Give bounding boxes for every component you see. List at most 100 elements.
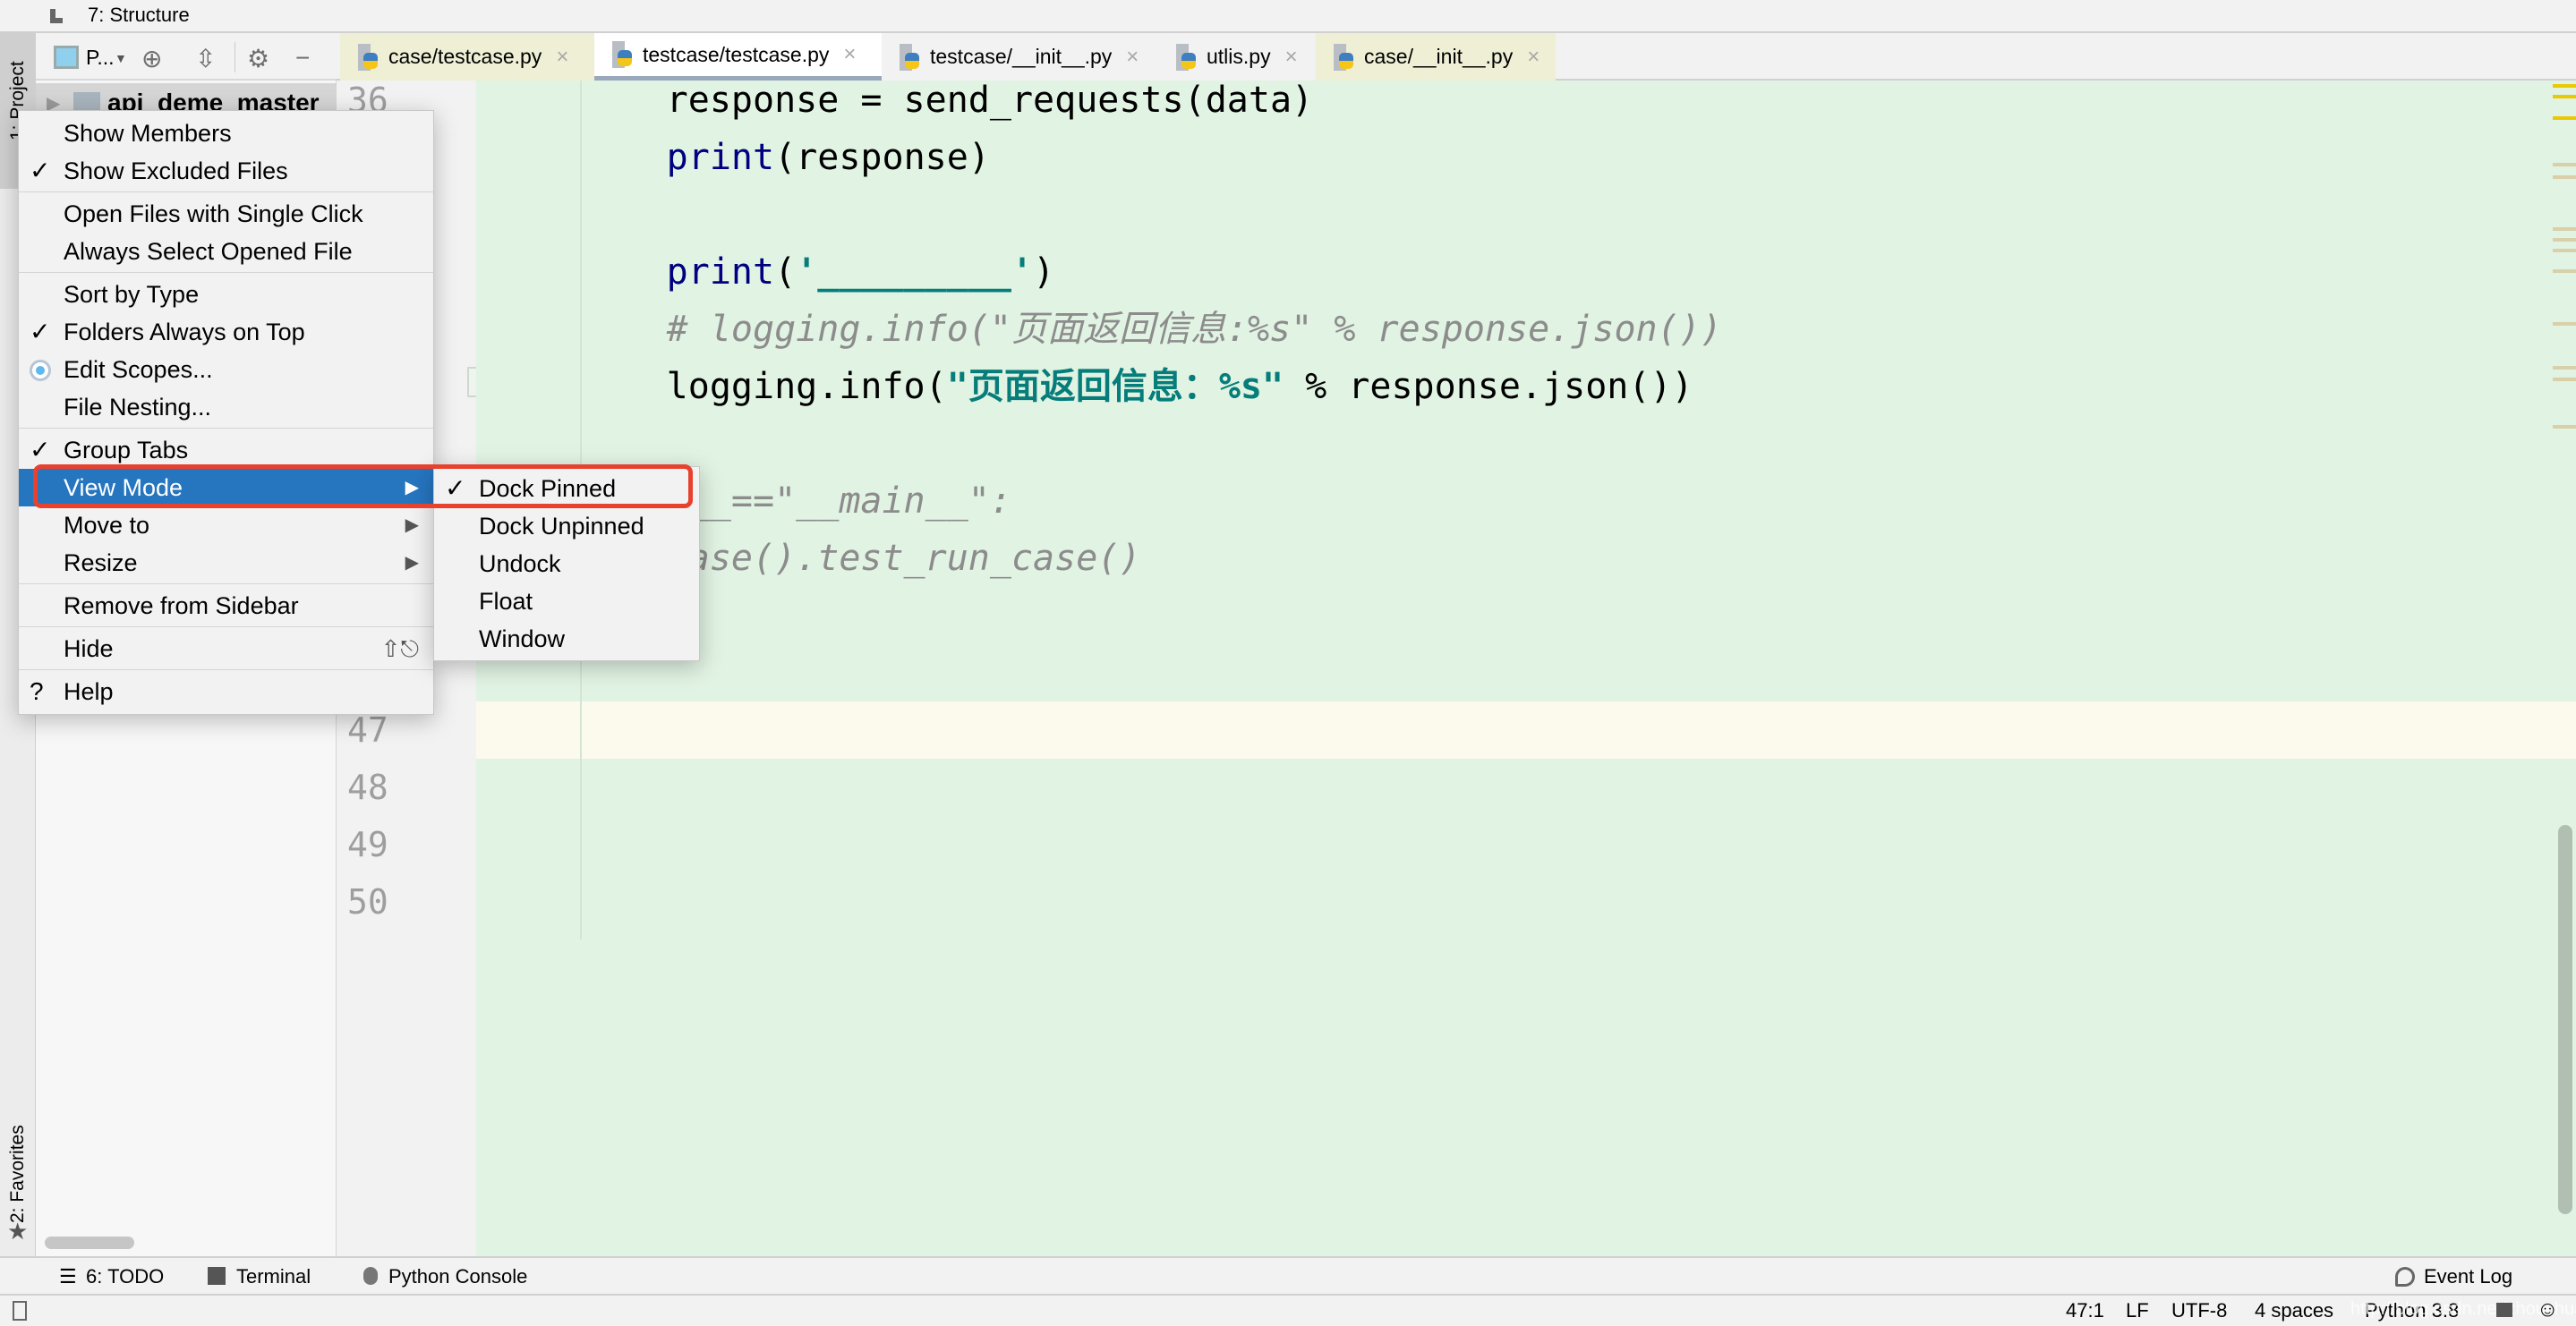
indent-setting[interactable]: 4 spaces [2255,1299,2333,1322]
menu-item-label: Remove from Sidebar [64,592,299,619]
code-token: ( [774,251,797,293]
code-token: "页面返回信息：%s" [946,366,1284,407]
tab-0[interactable]: case/testcase.py × [340,33,594,81]
menu-item-label: Sort by Type [64,281,200,308]
submenu-item-undock[interactable]: Undock [434,545,699,582]
menu-item-file-nesting[interactable]: File Nesting... [19,388,433,426]
code-line: print('_________') [494,243,1055,301]
menu-item-show-members[interactable]: Show Members [19,115,433,152]
fold-marker-icon[interactable] [467,367,476,397]
error-stripe-marker[interactable] [2553,322,2576,326]
submenu-item-float[interactable]: Float [434,582,699,620]
error-stripe-marker[interactable] [2553,366,2576,370]
view-selector-dropdown[interactable]: P... [86,46,115,70]
menu-item-label: Group Tabs [64,437,189,463]
inspector-face-icon[interactable]: ☺ [2537,1297,2559,1322]
tab-3[interactable]: utlis.py × [1158,33,1316,81]
code-line: print(response) [494,129,990,186]
error-stripe-marker[interactable] [2553,116,2576,120]
menu-item-always-select-opened-file[interactable]: Always Select Opened File [19,233,433,270]
tab-1[interactable]: testcase/testcase.py × [594,33,882,81]
menu-item-label: Help [64,678,114,705]
close-icon[interactable]: × [556,45,568,70]
menu-item-hide[interactable]: Hide ⇧⎋ [19,630,433,667]
menu-item-show-excluded-files[interactable]: ✓ Show Excluded Files [19,152,433,190]
terminal-tool-button[interactable]: Terminal [236,1265,311,1288]
lock-icon[interactable] [2496,1303,2512,1317]
menu-item-open-files-with-single-click[interactable]: Open Files with Single Click [19,195,433,233]
menu-item-sort-by-type[interactable]: Sort by Type [19,276,433,313]
structure-icon [50,9,63,23]
caret-position[interactable]: 47:1 [2066,1299,2104,1322]
close-icon[interactable]: × [1285,45,1298,70]
error-stripe-marker[interactable] [2553,163,2576,166]
python-file-icon [1176,43,1196,71]
line-number: 48 [347,768,388,807]
menu-item-remove-from-sidebar[interactable]: Remove from Sidebar [19,587,433,625]
toggle-tool-windows-icon[interactable] [13,1301,27,1321]
current-line-highlight [476,701,2576,759]
error-stripe-marker[interactable] [2553,227,2576,231]
error-stripe-marker[interactable] [2553,95,2576,98]
error-stripe-marker[interactable] [2553,249,2576,252]
close-icon[interactable]: × [843,42,856,67]
structure-tool-button[interactable]: 7: Structure [88,4,190,27]
code-token: (response) [774,137,990,178]
code-line: # logging.info("页面返回信息:%s" % response.js… [494,301,1722,358]
menu-item-label: Move to [64,512,150,539]
close-icon[interactable]: × [1126,45,1139,70]
error-stripe-marker[interactable] [2553,378,2576,381]
error-stripe-marker[interactable] [2553,238,2576,242]
file-encoding[interactable]: UTF-8 [2171,1299,2227,1322]
submenu-item-dock-unpinned[interactable]: Dock Unpinned [434,507,699,545]
error-stripe-marker[interactable] [2553,425,2576,429]
code-token: print [666,137,775,178]
shortcut-label: ⇧⎋ [380,635,419,662]
menu-item-group-tabs[interactable]: ✓ Group Tabs [19,431,433,469]
todo-tool-button[interactable]: 6: TODO [86,1265,164,1288]
close-icon[interactable]: × [1527,45,1540,70]
terminal-icon [208,1267,226,1285]
chevron-right-icon: ▶ [405,515,419,535]
code-line: response = send_requests(data) [494,81,1313,129]
horizontal-scrollbar[interactable] [45,1237,134,1249]
code-token: % response.json()) [1284,366,1693,407]
menu-item-resize[interactable]: Resize ▶ [19,544,433,582]
check-icon: ✓ [30,157,51,184]
menu-item-label: Open Files with Single Click [64,200,363,227]
menu-item-folders-always-on-top[interactable]: ✓ Folders Always on Top [19,313,433,351]
favorites-tool-label: 2: Favorites [7,1125,28,1223]
menu-item-label: Edit Scopes... [64,356,213,383]
tab-2[interactable]: testcase/__init__.py × [882,33,1158,81]
error-stripe-marker[interactable] [2553,175,2576,179]
tab-4[interactable]: case/__init__.py × [1316,33,1556,81]
error-stripe-marker[interactable] [2553,84,2576,88]
menu-item-edit-scopes[interactable]: Edit Scopes... [19,351,433,388]
tab-label: case/__init__.py [1364,45,1514,68]
submenu-item-window[interactable]: Window [434,620,699,658]
vertical-scrollbar[interactable] [2558,825,2572,1214]
python-console-tool-button[interactable]: Python Console [388,1265,527,1288]
error-stripe-marker[interactable] [2553,269,2576,273]
gear-icon[interactable]: ⚙ [247,44,269,73]
event-log-icon [2395,1267,2415,1287]
locate-icon[interactable]: ⊕ [141,44,162,73]
collapse-all-icon[interactable]: ⇳ [195,44,216,73]
menu-item-help[interactable]: ? Help [19,673,433,710]
python-file-icon [612,41,632,68]
line-number: 49 [347,825,388,864]
favorites-tool-button[interactable]: 2: Favorites ★ [0,1089,36,1245]
editor-tabs: case/testcase.py × testcase/testcase.py × te… [337,33,2576,81]
code-line: logging.info("页面返回信息：%s" % response.json… [494,358,1693,415]
annotation-highlight-box [33,464,693,508]
menu-item-label: Resize [64,549,138,576]
menu-item-move-to[interactable]: Move to ▶ [19,506,433,544]
code-editor[interactable]: response = send_requests(data) print(res… [476,81,2576,1256]
hide-icon[interactable]: − [295,44,310,72]
event-log-tool-button[interactable]: Event Log [2424,1265,2512,1288]
line-separator[interactable]: LF [2126,1299,2149,1322]
menu-item-label: Dock Unpinned [479,513,644,540]
